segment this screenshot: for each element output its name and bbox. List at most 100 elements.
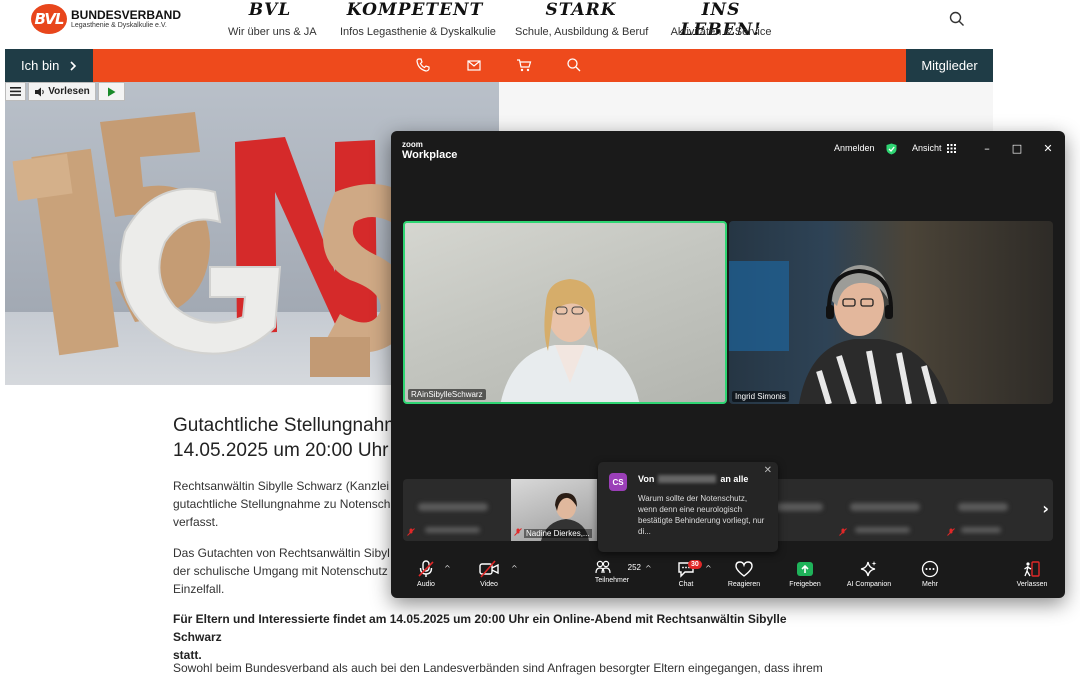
heart-icon (735, 561, 753, 577)
nav-big: KOMPETENT (346, 0, 484, 20)
caret-up-icon[interactable]: ^ (645, 564, 652, 573)
leave-button[interactable]: Verlassen (1004, 560, 1060, 588)
blurred-name (418, 503, 488, 511)
leave-icon (1024, 561, 1040, 577)
ai-companion-button[interactable]: AI Companion (841, 560, 897, 588)
video-button[interactable]: Video (461, 560, 517, 588)
participant-video (729, 261, 949, 404)
participant-name: RAinSibylleSchwarz (408, 389, 486, 400)
chat-message: Warum sollte der Notenschutz, wenn denn … (638, 494, 765, 536)
blurred-name (425, 527, 480, 533)
participant-count: 252 (627, 562, 641, 572)
chat-label: Chat (678, 581, 694, 588)
chat-sender: Von an alle (638, 474, 748, 484)
chat-from-suffix: an alle (720, 474, 749, 484)
mail-icon[interactable] (466, 57, 482, 73)
strip-tile[interactable] (943, 479, 1033, 541)
chat-notification[interactable]: CS Von an alle Warum sollte der Notensch… (598, 462, 778, 552)
mic-muted-icon (514, 528, 522, 536)
close-icon[interactable]: ✕ (1041, 142, 1055, 156)
video-label: Video (480, 581, 498, 588)
readspeaker-toolbar: Vorlesen (5, 82, 125, 102)
zoom-window: zoom Workplace Anmelden Ansicht – □ ✕ RA… (391, 131, 1065, 598)
participant-video (500, 279, 640, 402)
anmelden-button[interactable]: Anmelden (834, 143, 875, 153)
participants-label: Teilnehmer (594, 577, 630, 584)
chat-from-prefix: Von (638, 474, 655, 484)
mitglieder-button[interactable]: Mitglieder (906, 49, 993, 82)
ich-bin-label: Ich bin (21, 58, 60, 73)
participant-name: Nadine Dierkes,... (524, 529, 592, 538)
nav-stark[interactable]: STARK Schule, Ausbildung & Beruf (515, 0, 649, 38)
grid-icon (946, 143, 956, 153)
participants-button[interactable]: 252 Teilnehmer (583, 560, 641, 584)
play-icon (108, 87, 116, 96)
phone-icon[interactable] (415, 57, 431, 73)
more-label: Mehr (922, 581, 938, 588)
sender-avatar: CS (609, 473, 627, 491)
video-tile[interactable]: Ingrid Simonis (729, 221, 1053, 404)
logo-text: BUNDESVERBAND Legasthenie & Dyskalkulie … (71, 7, 182, 30)
shield-check-icon[interactable] (886, 143, 897, 155)
audio-label: Audio (417, 581, 435, 588)
ansicht-label: Ansicht (912, 143, 942, 153)
search-icon[interactable] (566, 57, 582, 73)
screen: BVL BUNDESVERBAND Legasthenie & Dyskalku… (0, 0, 1080, 675)
ich-bin-button[interactable]: Ich bin (5, 49, 93, 82)
strip-tile[interactable]: Nadine Dierkes,... (511, 479, 597, 541)
action-bar: Ich bin Mitglieder (5, 49, 993, 82)
reactions-label: Reagieren (727, 581, 761, 588)
search-icon[interactable] (949, 11, 965, 27)
maximize-icon[interactable]: □ (1010, 142, 1024, 156)
speaker-icon (35, 87, 44, 96)
caret-up-icon[interactable]: ^ (444, 564, 451, 573)
logo-title: BUNDESVERBAND (71, 7, 182, 22)
cart-icon[interactable] (516, 57, 532, 73)
leave-label: Verlassen (1016, 581, 1048, 588)
participant-name: Ingrid Simonis (732, 391, 789, 402)
sparkle-icon (860, 561, 877, 577)
nav-big: STARK (545, 0, 617, 20)
video-tile-active[interactable]: RAinSibylleSchwarz (403, 221, 727, 404)
play-button[interactable] (98, 82, 125, 101)
more-button[interactable]: Mehr (902, 560, 958, 588)
share-button[interactable]: Freigeben (777, 560, 833, 588)
reactions-button[interactable]: Reagieren (716, 560, 772, 588)
nav-bvl[interactable]: BVL Wir über uns & JA (228, 0, 317, 38)
article-paragraph: Sowohl beim Bundesverband als auch bei d… (173, 661, 823, 675)
participants-row: 252 (583, 560, 641, 574)
nav-small: Infos Legasthenie & Dyskalkulie (340, 26, 496, 38)
blurred-name (855, 527, 910, 533)
nav-small: Wir über uns & JA (228, 26, 317, 38)
minimize-icon[interactable]: – (980, 142, 994, 156)
caret-up-icon[interactable]: ^ (511, 564, 518, 573)
redacted-sender (658, 475, 717, 483)
mic-muted-icon (407, 528, 415, 536)
close-icon[interactable]: ✕ (764, 465, 772, 476)
menu-button[interactable] (5, 82, 26, 101)
video-off-icon (479, 560, 499, 578)
nav-small: Schule, Ausbildung & Beruf (515, 26, 649, 38)
strip-tile[interactable] (835, 479, 940, 541)
chevron-right-icon (70, 60, 77, 71)
vorlesen-button[interactable]: Vorlesen (28, 82, 96, 101)
chevron-right-icon[interactable]: › (1042, 499, 1049, 518)
share-label: Freigeben (789, 581, 821, 588)
caret-up-icon[interactable]: ^ (705, 564, 712, 573)
zoom-logo: zoom Workplace (402, 140, 457, 161)
mic-muted-icon (839, 528, 847, 536)
bvl-logo[interactable]: BVL BUNDESVERBAND Legasthenie & Dyskalku… (31, 4, 181, 34)
logo-mark: BVL (31, 4, 67, 34)
ansicht-button[interactable]: Ansicht (912, 143, 956, 153)
mic-muted-icon (418, 560, 434, 577)
zoom-brand-top: zoom (402, 140, 423, 149)
nav-kompetent[interactable]: KOMPETENT Infos Legasthenie & Dyskalkuli… (340, 0, 496, 38)
strip-tile[interactable] (403, 479, 508, 541)
zoom-brand-bottom: Workplace (402, 149, 458, 161)
article-highlight: Für Eltern und Interessierte findet am 1… (173, 610, 823, 664)
nav-small: Aktivitäten & Service (670, 26, 772, 38)
meeting-toolbar: Audio ^ Video ^ 252 Teilnehmer ^ 30 Chat… (391, 556, 1065, 598)
nav-ins-leben[interactable]: INS LEBEN! Aktivitäten & Service (670, 0, 772, 40)
nav-big: INS LEBEN! (680, 0, 762, 40)
text-line: Für Eltern und Interessierte findet am 1… (173, 612, 787, 644)
